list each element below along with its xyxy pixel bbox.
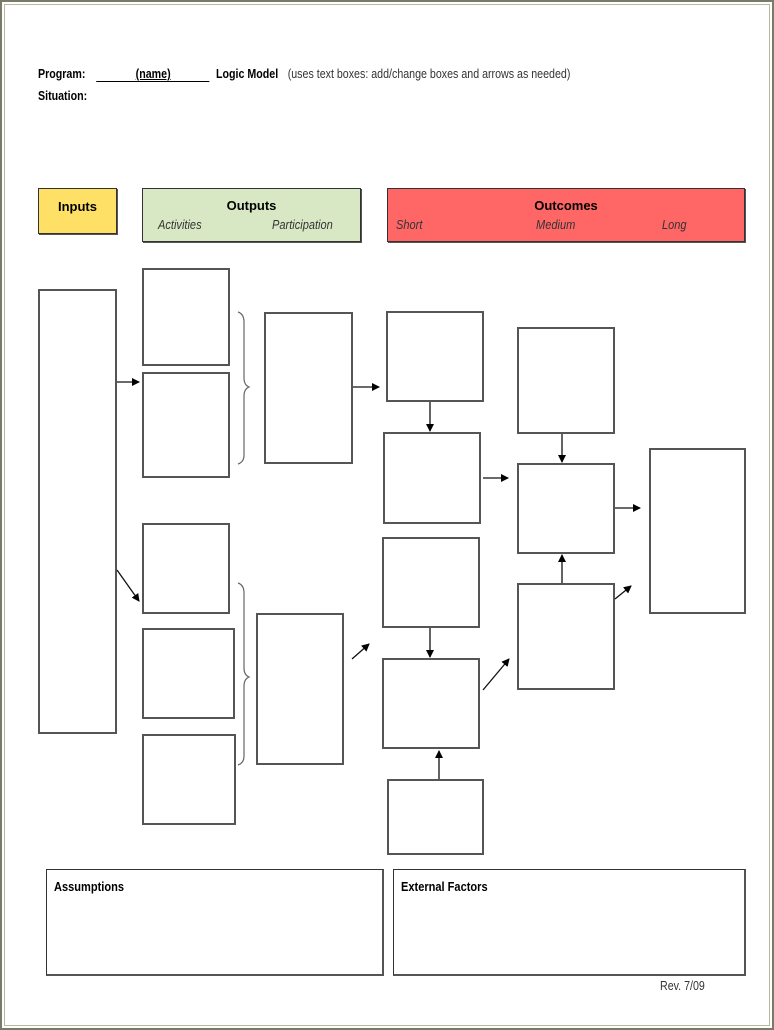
arrow-participation-2-to-short [351, 643, 370, 660]
brace-activities-top [237, 311, 251, 465]
brace-activities-bottom [237, 582, 251, 766]
assumptions-box[interactable]: Assumptions [46, 869, 384, 976]
assumptions-label: Assumptions [54, 879, 124, 894]
revision-label: Rev. 7/09 [660, 978, 705, 993]
external-factors-box[interactable]: External Factors [393, 869, 746, 976]
arrow-inputs-to-activity-2 [116, 569, 140, 602]
arrow-medium-3-to-long [614, 585, 632, 600]
external-factors-label: External Factors [401, 879, 488, 894]
arrow-short-4-to-medium-3 [482, 658, 510, 691]
